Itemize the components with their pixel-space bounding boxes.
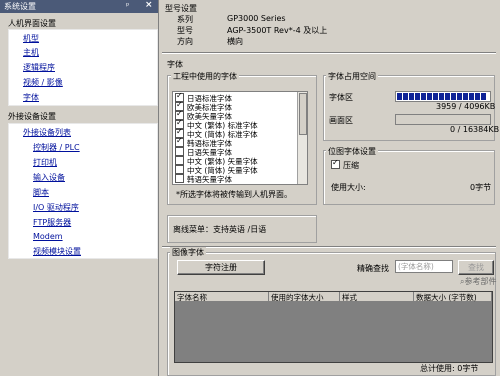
hmi-nav-list: 机型 主机 逻辑程序 视频 / 影像 字体 [8,29,158,106]
panel-titlebar: 系统设置 ᵖ × [0,0,158,13]
nav-ftp-server[interactable]: FTP服务器 [33,217,71,228]
font-heading: 字体 [167,60,183,69]
nav-host[interactable]: 主机 [23,47,39,58]
nav-modem[interactable]: Modem [33,232,63,241]
checkbox-unchecked[interactable] [175,156,184,165]
nav-io-driver[interactable]: I/O 驱动程序 [33,202,79,213]
nav-logic-program[interactable]: 逻辑程序 [23,62,55,73]
orientation-value: 横向 [227,37,243,46]
ref-parts-link[interactable]: ⌕参考部件 [460,276,496,287]
hmi-settings-heading: 人机界面设置 [8,19,56,28]
font-item[interactable]: 欧美矢量字体 [175,109,232,121]
image-font-table: 字体名称 使用的字体大小 样式 数据大小 (字节数) [174,291,493,363]
font-space-title: 字体占用空间 [326,71,378,82]
search-button[interactable]: 查找 [458,260,494,275]
nav-video[interactable]: 视频 / 影像 [23,77,63,88]
panel-title: 系统设置 [4,2,36,11]
close-icon[interactable]: × [145,0,153,10]
font-item[interactable]: 中文 (简体) 矢量字体 [175,165,258,175]
col-header-data-size[interactable]: 数据大小 (字节数) [414,292,492,302]
font-item[interactable]: 中文 (繁体) 矢量字体 [175,156,258,166]
bitmap-font-group [323,150,495,205]
checkbox-checked[interactable] [331,158,340,169]
font-area-progress [395,91,491,102]
font-area-label: 字体区 [329,93,353,102]
font-area-value: 3959 / 4096KB [436,102,496,111]
offline-menu-text: 离线菜单：支持英语 /日语 [173,225,267,234]
screen-area-label: 画面区 [329,116,353,125]
list-scrollbar[interactable] [297,92,307,184]
screen-area-value: 0 / 16384KB [450,125,500,134]
col-header-font-size[interactable]: 使用的字体大小 [269,292,340,302]
exact-search-label: 精确查找 [357,264,389,273]
font-item[interactable]: 日语标准字体 [175,92,232,103]
font-checklist: 日语标准字体 欧美标准字体 欧美矢量字体 中文 (繁体) 标准字体 中文 (简体… [172,91,308,185]
nav-input-device[interactable]: 输入设备 [33,172,65,183]
nav-model[interactable]: 机型 [23,33,39,44]
used-fonts-title: 工程中使用的字体 [171,71,239,82]
checkbox-unchecked[interactable] [175,165,184,174]
nav-controller-plc[interactable]: 控制器 / PLC [33,142,80,153]
system-settings-panel: 系统设置 ᵖ × 人机界面设置 机型 主机 逻辑程序 视频 / 影像 字体 外接… [0,0,159,376]
nav-device-list[interactable]: 外接设备列表 [23,127,71,138]
ext-nav-list: 外接设备列表 控制器 / PLC 打印机 输入设备 脚本 I/O 驱动程序 FT… [8,123,158,259]
model-settings-heading: 型号设置 [165,4,197,13]
nav-font[interactable]: 字体 [23,92,39,103]
nav-script[interactable]: 脚本 [33,187,49,198]
ext-settings-heading: 外接设备设置 [8,112,56,121]
series-label: 系列 [177,15,193,24]
scrollbar-thumb[interactable] [299,93,307,135]
total-used-label: 总计使用: 0字节 [420,364,479,373]
used-size-value: 0字节 [470,183,492,192]
font-name-search-input[interactable]: (字体名称) [395,260,453,273]
col-header-font-name[interactable]: 字体名称 [175,292,269,302]
font-item[interactable]: 日语矢量字体 [175,147,232,157]
orientation-label: 方向 [177,37,193,46]
model-value: AGP-3500T Rev*-4 及以上 [227,26,328,35]
font-item[interactable]: 韩语标准字体 [175,136,232,148]
checkbox-unchecked[interactable] [175,174,184,183]
font-item[interactable]: 韩语矢量字体 [175,174,232,184]
divider [162,52,496,54]
font-item[interactable]: 中文 (繁体) 标准字体 [175,118,258,130]
nav-video-module[interactable]: 视频模块设置 [33,246,81,257]
model-label: 型号 [177,26,193,35]
compress-option[interactable]: 压缩 [331,158,359,171]
col-header-style[interactable]: 样式 [340,292,414,302]
image-font-title: 图像字体 [170,247,206,258]
screen-area-progress [395,114,491,125]
font-item[interactable]: 欧美标准字体 [175,100,232,112]
nav-printer[interactable]: 打印机 [33,157,57,168]
font-area-progress-fill [397,93,486,100]
font-transfer-note: *所选字体将被传输到人机界面。 [176,190,292,199]
divider [162,246,496,248]
checkbox-unchecked[interactable] [175,147,184,156]
used-size-label: 使用大小: [331,183,366,192]
checkbox-checked[interactable] [175,136,184,147]
series-value: GP3000 Series [227,14,286,23]
font-item[interactable]: 中文 (简体) 标准字体 [175,127,258,139]
char-register-button[interactable]: 字符注册 [177,260,265,275]
bitmap-font-title: 位图字体设置 [326,146,378,157]
pin-icon[interactable]: ᵖ [126,1,129,10]
